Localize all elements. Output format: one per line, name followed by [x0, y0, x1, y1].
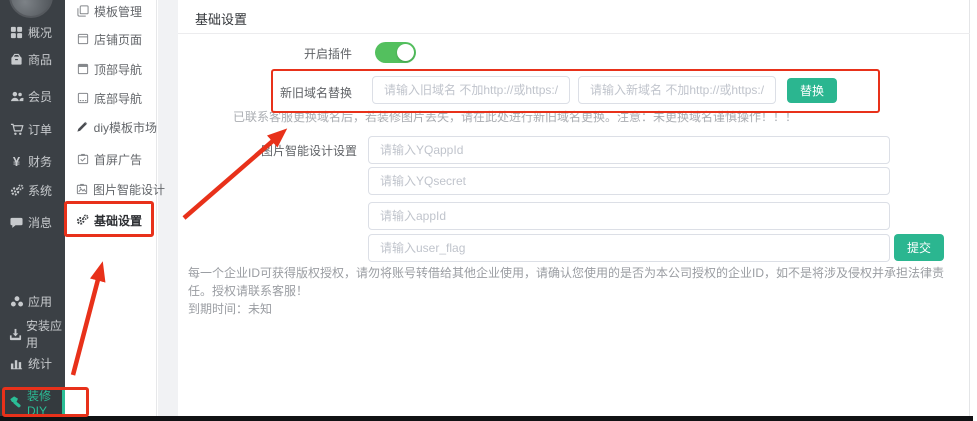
submenu-item-label: 店铺页面	[94, 31, 142, 48]
submenu-item-label: 模板管理	[94, 3, 142, 20]
submenu-item-shop-page[interactable]: 店铺页面	[65, 30, 157, 48]
sidebar-item-apps[interactable]: 应用	[0, 290, 65, 312]
main-sidebar: 概况 商品 会员 订单 ¥ 财务	[0, 0, 65, 417]
user-flag-input[interactable]	[368, 234, 890, 262]
domain-replace-label: 新旧域名替换	[280, 84, 352, 101]
sidebar-item-label: 消息	[28, 214, 52, 231]
sidebar-item-diy[interactable]: 装修DIY	[0, 388, 65, 417]
banner-icon	[76, 153, 89, 165]
plugin-toggle[interactable]	[375, 42, 416, 63]
sidebar-item-label: 统计	[28, 355, 52, 372]
members-icon	[9, 90, 24, 103]
submenu-item-image-design[interactable]: 图片智能设计	[65, 180, 157, 198]
domain-hint-text: 已联系客服更换域名后，若装修图片丢失，请在此处进行新旧域名更换。注意：未更换域名…	[233, 108, 797, 125]
submenu-item-template-manage[interactable]: 模板管理	[65, 2, 157, 20]
layout-gap	[158, 0, 178, 417]
toggle-knob	[397, 44, 414, 61]
appid-input[interactable]	[368, 202, 890, 230]
submenu-item-label: 图片智能设计	[93, 181, 165, 198]
page-title: 基础设置	[195, 9, 247, 28]
diy-market-icon	[76, 121, 89, 133]
sidebar-item-stats[interactable]: 统计	[0, 352, 65, 374]
stats-icon	[9, 357, 24, 370]
submenu-item-diy-market[interactable]: diy模板市场	[65, 118, 157, 136]
submenu-item-label: 底部导航	[94, 90, 142, 107]
goods-icon	[9, 53, 24, 66]
settings-panel: 基础设置 开启插件 新旧域名替换 替换 已联系客服更换域名后，若装修图片丢失，请…	[178, 0, 970, 417]
finance-icon: ¥	[9, 155, 24, 168]
submit-button[interactable]: 提交	[894, 234, 944, 261]
sidebar-item-overview[interactable]: 概况	[0, 21, 65, 43]
new-domain-input[interactable]	[578, 76, 776, 104]
license-notice-line1: 每一个企业ID可获得版权授权，请勿将账号转借给其他企业使用，请确认您使用的是否为…	[188, 264, 960, 300]
sidebar-item-label: 系统	[28, 182, 52, 199]
decorate-submenu: 模板管理 店铺页面 顶部导航 底部导航 diy模板市场	[65, 0, 157, 417]
sidebar-item-message[interactable]: 消息	[0, 211, 65, 233]
system-icon	[9, 184, 24, 197]
sidebar-item-label: 商品	[28, 51, 52, 68]
sidebar-item-label: 会员	[28, 88, 52, 105]
submenu-item-base-settings[interactable]: 基础设置	[65, 211, 157, 229]
license-notice: 每一个企业ID可获得版权授权，请勿将账号转借给其他企业使用，请确认您使用的是否为…	[188, 264, 960, 318]
orders-icon	[9, 123, 24, 136]
diy-icon	[9, 396, 23, 409]
submenu-item-bottom-nav[interactable]: 底部导航	[65, 89, 157, 107]
sidebar-item-label: 安装应用	[26, 317, 65, 351]
smart-design-label: 图片智能设计设置	[261, 142, 357, 159]
base-settings-icon	[76, 214, 89, 226]
replace-button[interactable]: 替换	[787, 78, 837, 103]
image-design-icon	[76, 183, 88, 195]
submenu-item-label: 首屏广告	[94, 151, 142, 168]
submenu-item-banner-ad[interactable]: 首屏广告	[65, 150, 157, 168]
yqappid-input[interactable]	[368, 136, 890, 164]
template-manage-icon	[76, 5, 89, 17]
overview-icon	[9, 26, 24, 39]
submenu-item-label: diy模板市场	[94, 119, 157, 136]
yqsecret-input[interactable]	[368, 167, 890, 195]
divider	[178, 33, 970, 34]
license-expiry-line: 到期时间：未知	[188, 300, 960, 318]
apps-icon	[9, 295, 24, 308]
submenu-item-top-nav[interactable]: 顶部导航	[65, 60, 157, 78]
sidebar-item-install-apps[interactable]: 安装应用	[0, 323, 65, 345]
sidebar-item-goods[interactable]: 商品	[0, 48, 65, 70]
sidebar-item-label: 概况	[28, 24, 52, 41]
window-bottom-edge	[0, 416, 973, 421]
message-icon	[9, 216, 24, 229]
bottom-nav-icon	[76, 92, 89, 104]
sidebar-item-label: 订单	[28, 121, 52, 138]
plugin-toggle-label: 开启插件	[304, 45, 352, 62]
avatar[interactable]	[9, 0, 53, 18]
sidebar-item-orders[interactable]: 订单	[0, 118, 65, 140]
sidebar-item-label: 装修DIY	[27, 387, 62, 418]
install-app-icon	[9, 328, 22, 341]
sidebar-item-label: 应用	[28, 293, 52, 310]
sidebar-item-finance[interactable]: ¥ 财务	[0, 150, 65, 172]
shop-page-icon	[76, 33, 89, 45]
sidebar-item-system[interactable]: 系统	[0, 179, 65, 201]
top-nav-icon	[76, 63, 89, 75]
admin-page: 概况 商品 会员 订单 ¥ 财务	[0, 0, 977, 421]
submenu-item-label: 基础设置	[94, 212, 142, 229]
submenu-item-label: 顶部导航	[94, 61, 142, 78]
old-domain-input[interactable]	[372, 76, 570, 104]
sidebar-item-members[interactable]: 会员	[0, 85, 65, 107]
sidebar-item-label: 财务	[28, 153, 52, 170]
